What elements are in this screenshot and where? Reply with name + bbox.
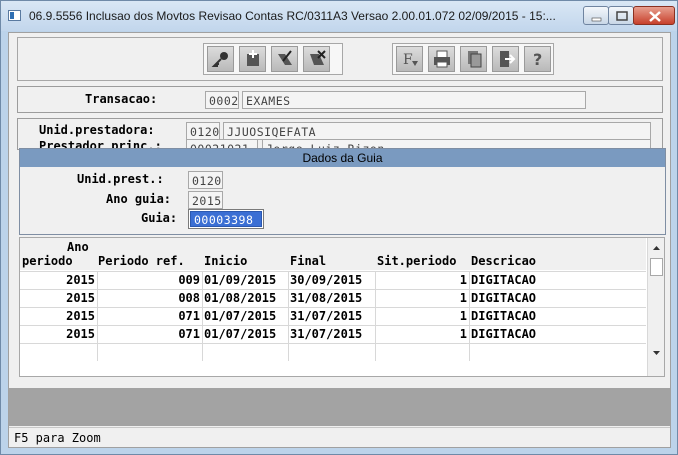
- cell-descricao: DIGITACAO: [471, 291, 537, 305]
- cell-empty: [20, 344, 98, 361]
- col-periodo-ref[interactable]: Periodo ref.: [98, 254, 185, 268]
- cell-empty: [203, 344, 289, 361]
- cell-inicio: 01/09/2015: [203, 272, 289, 289]
- window-title: 06.9.5556 Inclusao dos Movtos Revisao Co…: [29, 9, 556, 23]
- cell-periodo: 071: [98, 326, 203, 343]
- status-bar: F5 para Zoom: [9, 427, 670, 447]
- periods-grid[interactable]: Ano periodo Periodo ref. Inicio Final Si…: [19, 237, 665, 377]
- toolbar-group-actions: F ?: [392, 43, 554, 75]
- scroll-thumb[interactable]: [650, 258, 663, 276]
- cell-periodo: 071: [98, 308, 203, 325]
- cell-ano: 2015: [20, 308, 98, 325]
- cell-empty: [376, 344, 470, 361]
- transacao-desc-field[interactable]: EXAMES: [242, 91, 586, 109]
- cell-ano: 2015: [20, 272, 98, 289]
- table-row-empty[interactable]: [20, 343, 646, 361]
- unid-prest-label: Unid.prest.:: [77, 172, 164, 186]
- guia-value-selected: 00003398: [190, 211, 262, 227]
- toolbar: F ?: [17, 37, 663, 81]
- client-area: F ? Transacao: 0002 EXAMES Unid.prestado…: [8, 32, 671, 448]
- table-row[interactable]: 2015 008 01/08/2015 31/08/2015 1 DIGITAC…: [20, 289, 646, 307]
- col-periodo[interactable]: periodo: [22, 254, 73, 268]
- grid-header: Ano periodo Periodo ref. Inicio Final Si…: [20, 238, 646, 270]
- svg-text:F: F: [403, 52, 413, 68]
- cell-inicio: 01/07/2015: [203, 308, 289, 325]
- cell-sit: 1: [376, 272, 470, 289]
- app-window: 06.9.5556 Inclusao dos Movtos Revisao Co…: [0, 0, 678, 455]
- unid-prestadora-name-field[interactable]: JJUOSIQEFATA: [223, 122, 651, 140]
- guia-label: Guia:: [141, 211, 178, 225]
- scroll-up-icon[interactable]: [648, 240, 665, 254]
- table-row[interactable]: 2015 071 01/07/2015 31/07/2015 1 DIGITAC…: [20, 325, 646, 343]
- cell-descricao: DIGITACAO: [471, 309, 537, 323]
- cell-empty: [98, 344, 203, 361]
- dialog-title: Dados da Guia: [20, 149, 665, 167]
- add-icon[interactable]: [239, 46, 266, 72]
- cell-periodo: 009: [98, 272, 203, 289]
- col-descricao[interactable]: Descricao: [471, 254, 536, 268]
- edit-icon[interactable]: [271, 46, 298, 72]
- dados-guia-dialog: Dados da Guia Unid.prest.: 0120 Ano guia…: [19, 148, 666, 235]
- svg-text:?: ?: [533, 50, 542, 69]
- table-row[interactable]: 2015 009 01/09/2015 30/09/2015 1 DIGITAC…: [20, 271, 646, 289]
- cell-final: 31/07/2015: [289, 308, 376, 325]
- print-icon[interactable]: [428, 46, 455, 72]
- title-bar[interactable]: 06.9.5556 Inclusao dos Movtos Revisao Co…: [1, 1, 677, 31]
- cell-descricao: DIGITACAO: [471, 273, 537, 287]
- delete-icon[interactable]: [303, 46, 330, 72]
- provider-panel: Unid.prestadora: 0120 JJUOSIQEFATA Prest…: [17, 118, 663, 153]
- toolbar-group-edit: [203, 43, 343, 75]
- cell-inicio: 01/08/2015: [203, 290, 289, 307]
- status-text: F5 para Zoom: [14, 431, 101, 445]
- app-icon: [8, 10, 21, 21]
- table-row[interactable]: 2015 071 01/07/2015 31/07/2015 1 DIGITAC…: [20, 307, 646, 325]
- cell-ano: 2015: [20, 326, 98, 343]
- col-final[interactable]: Final: [290, 254, 326, 268]
- key-icon[interactable]: [207, 46, 234, 72]
- cell-final: 30/09/2015: [289, 272, 376, 289]
- cell-descricao: DIGITACAO: [471, 327, 537, 341]
- exit-icon[interactable]: [492, 46, 519, 72]
- ano-guia-label: Ano guia:: [106, 192, 172, 206]
- copy-icon[interactable]: [460, 46, 487, 72]
- cell-periodo: 008: [98, 290, 203, 307]
- cell-empty: [289, 344, 376, 361]
- unid-prestadora-label: Unid.prestadora:: [39, 123, 155, 137]
- grid-vertical-scrollbar[interactable]: [647, 238, 664, 376]
- ano-guia-field[interactable]: 2015: [188, 191, 223, 209]
- close-button[interactable]: [633, 6, 675, 25]
- cell-inicio: 01/07/2015: [203, 326, 289, 343]
- gray-band: [9, 388, 670, 426]
- cell-sit: 1: [376, 308, 470, 325]
- unid-prestadora-code-field[interactable]: 0120: [186, 122, 220, 140]
- col-sit-periodo[interactable]: Sit.periodo: [377, 254, 456, 268]
- cell-final: 31/08/2015: [289, 290, 376, 307]
- col-inicio[interactable]: Inicio: [204, 254, 247, 268]
- col-ano[interactable]: Ano: [67, 240, 89, 254]
- cell-ano: 2015: [20, 290, 98, 307]
- minimize-button[interactable]: [583, 6, 609, 25]
- maximize-button[interactable]: [608, 6, 634, 25]
- cell-final: 31/07/2015: [289, 326, 376, 343]
- cell-sit: 1: [376, 326, 470, 343]
- transacao-label: Transacao:: [85, 92, 158, 106]
- help-icon[interactable]: ?: [524, 46, 551, 72]
- guia-field[interactable]: 00003398: [188, 209, 264, 229]
- transacao-code-field[interactable]: 0002: [205, 91, 239, 109]
- scroll-down-icon[interactable]: [648, 346, 665, 360]
- transaction-panel: Transacao: 0002 EXAMES: [17, 86, 663, 113]
- cell-sit: 1: [376, 290, 470, 307]
- unid-prest-field[interactable]: 0120: [188, 171, 223, 189]
- filter-icon[interactable]: F: [396, 46, 423, 72]
